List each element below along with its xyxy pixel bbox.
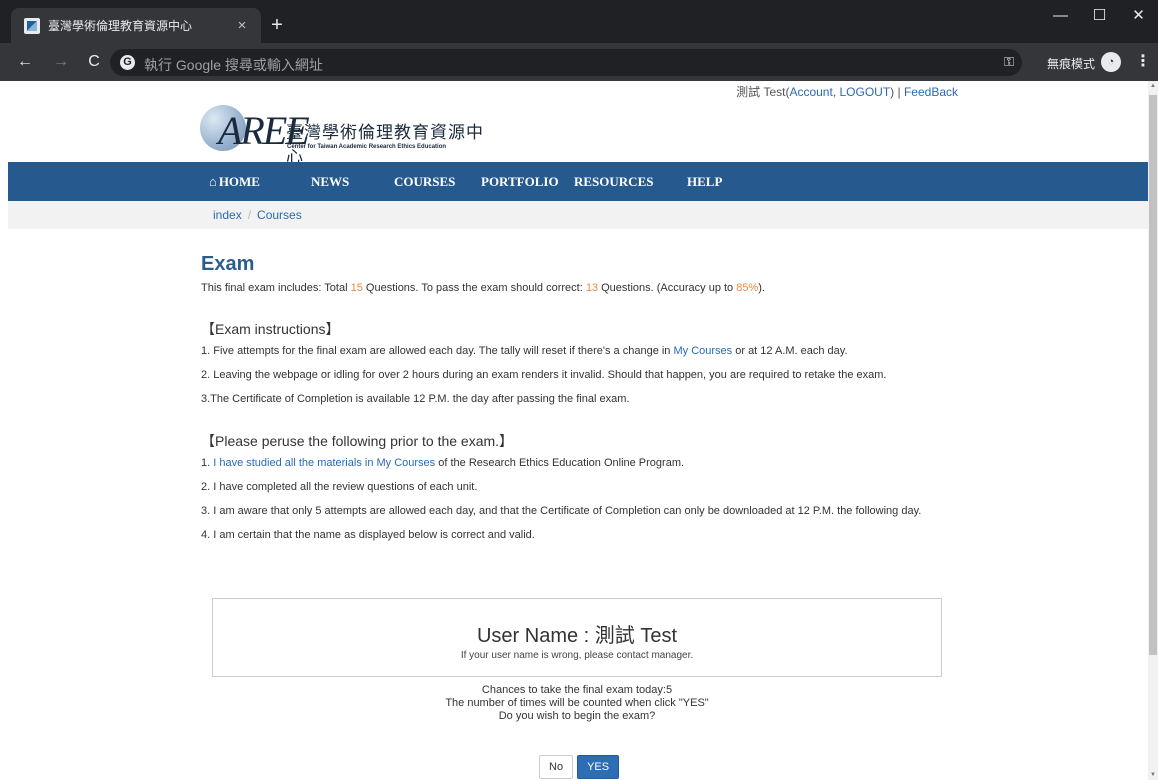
incognito-label: 無痕模式 (1047, 57, 1096, 71)
nav-courses[interactable]: COURSES (394, 174, 455, 190)
peruse-text: 1. (201, 457, 214, 469)
confirm-buttons: No YES (539, 755, 620, 779)
account-link[interactable]: Account (789, 85, 832, 99)
page-title: Exam (201, 253, 255, 275)
reload-icon[interactable]: C (81, 49, 107, 75)
my-courses-text: My Courses (376, 457, 436, 469)
my-courses-text: My Courses (673, 345, 733, 357)
page-viewport: 測試 Test(Account, LOGOUT) | FeedBack AREE… (8, 81, 1148, 780)
current-user: 測試 Test (736, 85, 786, 99)
summary-text: Questions. (Accuracy up to (598, 282, 737, 294)
nav-home-label: HOME (218, 174, 260, 189)
no-button[interactable]: No (539, 755, 574, 779)
main-nav: ⌂ HOME NEWS COURSES PORTFOLIO RESOURCES H… (8, 162, 1148, 201)
user-bar: 測試 Test(Account, LOGOUT) | FeedBack (736, 85, 958, 99)
new-tab-button[interactable]: + (263, 11, 291, 39)
nav-news[interactable]: NEWS (311, 174, 349, 190)
instructions-title: 【Exam instructions】 (201, 321, 340, 337)
browser-menu-icon[interactable]: ⋮ (1135, 51, 1151, 71)
tab-title: 臺灣學術倫理教育資源中心 (48, 19, 193, 33)
window-controls: — ☐ ✕ (1041, 0, 1158, 32)
page-scrollbar[interactable]: ▲ ▼ (1148, 81, 1158, 780)
instruction-item: 1. Five attempts for the final exam are … (201, 345, 848, 357)
google-icon: G (120, 55, 135, 70)
exam-confirm-text: Chances to take the final exam today:5 T… (212, 684, 942, 723)
address-bar[interactable]: G 執行 Google 搜尋或輸入網址 ⚿ (110, 49, 1022, 76)
exam-summary: This final exam includes: Total 15 Quest… (201, 282, 1101, 294)
logo-chinese-name: 臺灣學術倫理教育資源中心 (286, 123, 484, 167)
peruse-item: 1. I have studied all the materials in M… (201, 457, 684, 469)
breadcrumb-bar: index / Courses (8, 201, 1148, 229)
summary-text: Questions. To pass the exam should corre… (362, 282, 586, 294)
instruction-item: 3.The Certificate of Completion is avail… (201, 393, 630, 405)
minimize-button[interactable]: — (1041, 0, 1080, 32)
tab-close-icon[interactable]: × (233, 17, 251, 34)
user-name-box: User Name : 測試 Test If your user name is… (212, 598, 942, 677)
userbar-separator: | (897, 85, 901, 99)
key-icon[interactable]: ⚿ (1004, 54, 1014, 70)
nav-portfolio[interactable]: PORTFOLIO (481, 174, 559, 190)
back-arrow-icon[interactable]: ← (12, 49, 38, 75)
summary-text: This final exam includes: Total (201, 282, 351, 294)
instruction-item: 2. Leaving the webpage or idling for ove… (201, 369, 887, 381)
breadcrumb: index / Courses (213, 208, 302, 222)
site-logo[interactable]: AREE 臺灣學術倫理教育資源中心 Center for Taiwan Acad… (200, 105, 500, 167)
scroll-down-icon[interactable]: ▼ (1148, 772, 1158, 778)
address-placeholder: 執行 Google 搜尋或輸入網址 (144, 57, 323, 73)
peruse-text: of the Research Ethics Education Online … (435, 457, 685, 469)
logo-english-name: Center for Taiwan Academic Research Ethi… (287, 144, 447, 150)
site-favicon-icon (24, 17, 40, 34)
feedback-link[interactable]: FeedBack (904, 85, 958, 99)
user-name-note: If your user name is wrong, please conta… (460, 650, 694, 661)
chances-today: Chances to take the final exam today:5 (481, 684, 673, 696)
count-note: The number of times will be counted when… (445, 697, 709, 709)
browser-tab[interactable]: 臺灣學術倫理教育資源中心 × (11, 8, 261, 43)
browser-titlebar: 臺灣學術倫理教育資源中心 × + — ☐ ✕ (0, 0, 1158, 43)
exam-content: Exam This final exam includes: Total 15 … (201, 253, 1101, 294)
scrollbar-thumb[interactable] (1149, 95, 1157, 655)
total-questions: 15 (350, 282, 363, 294)
breadcrumb-index[interactable]: index (213, 208, 242, 222)
nav-help[interactable]: HELP (687, 174, 722, 190)
peruse-section: 【Please peruse the following prior to th… (201, 431, 1141, 551)
scroll-up-icon[interactable]: ▲ (1148, 83, 1158, 89)
peruse-title: 【Please peruse the following prior to th… (201, 433, 514, 449)
user-name: User Name : 測試 Test (476, 625, 678, 647)
yes-button[interactable]: YES (577, 755, 620, 779)
browser-toolbar: ← → C G 執行 Google 搜尋或輸入網址 ⚿ 無痕模式 ◔ ⋮ (0, 43, 1158, 81)
instruction-text: 1. Five attempts for the final exam are … (201, 345, 674, 357)
peruse-text: I have studied all the materials in (213, 457, 377, 469)
peruse-item: 3. I am aware that only 5 attempts are a… (201, 505, 922, 517)
incognito-icon[interactable]: ◔ (1101, 52, 1121, 72)
nav-resources[interactable]: RESOURCES (574, 174, 653, 190)
nav-home[interactable]: ⌂ HOME (209, 174, 260, 190)
begin-question: Do you wish to begin the exam? (498, 710, 656, 722)
breadcrumb-courses[interactable]: Courses (257, 208, 302, 222)
peruse-item: 4. I am certain that the name as display… (201, 529, 535, 541)
home-icon: ⌂ (209, 174, 217, 189)
accuracy-value: 85% (736, 282, 759, 294)
maximize-button[interactable]: ☐ (1080, 0, 1119, 32)
pass-questions: 13 (585, 282, 599, 294)
close-window-button[interactable]: ✕ (1119, 0, 1158, 32)
forward-arrow-icon[interactable]: → (48, 49, 74, 75)
summary-text: ). (758, 282, 765, 294)
instruction-text: or at 12 A.M. each day. (732, 345, 848, 357)
breadcrumb-separator: / (247, 208, 252, 222)
peruse-item: 2. I have completed all the review quest… (201, 481, 478, 493)
logout-link[interactable]: LOGOUT (839, 85, 890, 99)
